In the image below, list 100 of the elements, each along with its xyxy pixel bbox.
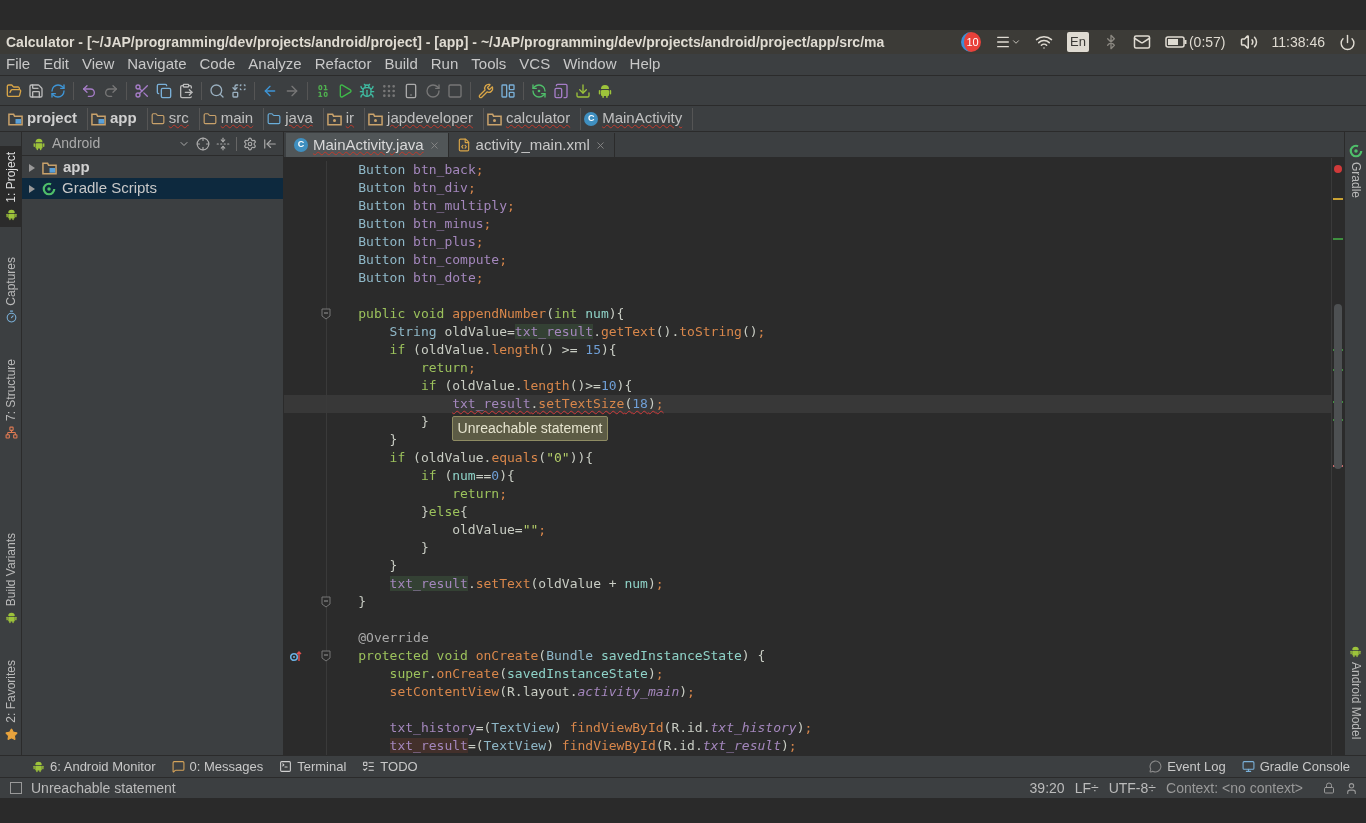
close-tab-icon[interactable] — [594, 139, 606, 151]
side-tab[interactable]: Android Model — [1345, 640, 1366, 743]
folder-icon — [150, 111, 165, 126]
volume-icon[interactable] — [1239, 33, 1258, 51]
breadcrumb[interactable]: main — [202, 107, 265, 130]
clock[interactable]: 11:38:46 — [1271, 31, 1325, 53]
class-icon: C — [294, 138, 308, 152]
breadcrumb[interactable]: src — [150, 107, 200, 130]
lock-icon[interactable] — [1323, 782, 1335, 794]
menu-item[interactable]: Run — [430, 53, 459, 76]
code-line: Button btn_div; — [358, 179, 476, 197]
module-folder-icon — [8, 111, 23, 126]
expand-arrow-icon[interactable] — [28, 162, 36, 173]
menu-item[interactable]: Refactor — [314, 53, 372, 76]
tool-window-button[interactable]: TODO — [362, 756, 418, 777]
fold-marker-icon[interactable] — [321, 308, 331, 320]
override-marker-icon[interactable] — [290, 650, 302, 662]
breadcrumb[interactable]: japdeveloper — [368, 107, 484, 130]
breadcrumb[interactable]: C MainActivity — [584, 107, 694, 130]
notification-badge[interactable]: 10 — [961, 32, 982, 52]
package-folder-icon — [368, 111, 384, 126]
tool-windows-toggle-icon[interactable] — [10, 782, 22, 794]
code-line: Button btn_dote; — [358, 269, 484, 287]
menu-item[interactable]: Edit — [43, 53, 70, 76]
tool-window-button[interactable]: Terminal — [279, 756, 347, 777]
code-line: @Override — [358, 629, 429, 647]
editor-tab[interactable]: C MainActivity.java — [286, 133, 449, 157]
menu-item[interactable]: Window — [563, 53, 617, 76]
menu-item[interactable]: Help — [629, 53, 661, 76]
line-separator[interactable]: LF÷ — [1074, 777, 1099, 799]
speech-bubble-icon — [1149, 760, 1163, 773]
battery-time: (0:57) — [1188, 32, 1226, 52]
expand-arrow-icon[interactable] — [28, 183, 36, 194]
fold-marker-icon[interactable] — [321, 596, 331, 608]
breadcrumb[interactable]: app — [91, 107, 148, 130]
code-line: if (oldValue.equals("0")){ — [389, 449, 594, 467]
tool-window-button[interactable]: Event Log — [1149, 756, 1226, 777]
side-tab[interactable]: 7: Structure — [0, 353, 22, 446]
code-line: txt_history=(TextView) findViewById(R.id.txt_history); — [389, 719, 813, 737]
tool-window-button[interactable]: 0: Messages — [171, 756, 264, 777]
menu-item[interactable]: View — [82, 53, 115, 76]
cursor-position[interactable]: 39:20 — [1029, 777, 1065, 799]
battery-icon[interactable] — [1164, 36, 1187, 48]
view-dropdown[interactable]: Android — [32, 133, 190, 154]
code-line: txt_result.setTextSize(18); — [452, 395, 664, 413]
side-tab[interactable]: 2: Favorites — [0, 654, 22, 747]
tool-window-button[interactable]: 6: Android Monitor — [32, 756, 156, 777]
keyboard-layout-indicator[interactable]: En — [1067, 32, 1089, 52]
side-tab[interactable]: Gradle — [1345, 140, 1366, 203]
terminal-icon — [279, 760, 293, 773]
gradle-icon — [42, 181, 56, 196]
android-icon — [4, 611, 18, 625]
error-tooltip: Unreachable statement — [451, 416, 609, 441]
class-icon: C — [584, 111, 599, 126]
menu-indicator-icon[interactable] — [995, 34, 1022, 50]
menu-item[interactable]: Code — [199, 53, 236, 76]
tree-item[interactable]: app — [22, 157, 283, 178]
file-encoding[interactable]: UTF-8÷ — [1108, 777, 1156, 799]
code-line: setContentView(R.layout.activity_main); — [389, 683, 695, 701]
code-line: txt_result.setText(oldValue + num); — [389, 575, 664, 593]
power-icon[interactable] — [1339, 33, 1356, 51]
menu-item[interactable]: Analyze — [248, 53, 302, 76]
code-line: public void appendNumber(int num){ — [358, 305, 625, 323]
code-line: return; — [420, 359, 476, 377]
person-icon[interactable] — [1345, 781, 1358, 795]
fold-marker-icon[interactable] — [321, 650, 331, 662]
android-icon — [32, 136, 46, 151]
code-line: return; — [452, 485, 507, 503]
layout-file-icon — [456, 138, 471, 152]
side-tab[interactable]: Build Variants — [0, 527, 22, 631]
settings-icon[interactable] — [243, 136, 257, 151]
hide-panel-icon[interactable] — [263, 136, 277, 151]
breadcrumb[interactable]: calculator — [486, 107, 582, 130]
mail-icon[interactable] — [1132, 33, 1151, 51]
package-folder-icon — [486, 111, 502, 126]
code-line: }else{ — [420, 503, 468, 521]
breadcrumb[interactable]: project — [8, 107, 88, 130]
menu-item[interactable]: Navigate — [127, 53, 187, 76]
messages-icon — [171, 760, 185, 773]
menu-item[interactable]: Build — [384, 53, 418, 76]
crosshair-icon[interactable] — [196, 136, 210, 151]
side-tab[interactable]: 1: Project — [0, 146, 22, 227]
menu-item[interactable]: VCS — [519, 53, 551, 76]
window-title: Calculator - [~/JAP/programming/dev/projects/android/project] - [app] - ~/JAP/programming/dev/projects/android/project/app/src/ma — [6, 32, 886, 52]
side-tab[interactable]: Captures — [0, 250, 22, 330]
gradle-icon — [1348, 144, 1363, 158]
tree-item[interactable]: Gradle Scripts — [22, 178, 283, 199]
breadcrumb[interactable]: java — [267, 107, 324, 130]
scrollbar-thumb[interactable] — [1334, 304, 1342, 469]
code-line: protected void onCreate(Bundle savedInstanceState) { — [358, 647, 766, 665]
code-line: txt_result=(TextView) findViewById(R.id.txt_result); — [389, 737, 797, 755]
collapse-icon[interactable] — [216, 136, 230, 151]
editor-tab[interactable]: activity_main.xml — [448, 133, 615, 157]
menu-item[interactable]: Tools — [471, 53, 507, 76]
wifi-icon[interactable] — [1035, 33, 1054, 51]
menu-item[interactable]: File — [6, 53, 31, 76]
tool-window-button[interactable]: Gradle Console — [1241, 756, 1350, 777]
code-line: oldValue=""; — [452, 521, 547, 539]
code-line: Button btn_back; — [358, 161, 484, 179]
breadcrumb[interactable]: ir — [326, 107, 366, 130]
